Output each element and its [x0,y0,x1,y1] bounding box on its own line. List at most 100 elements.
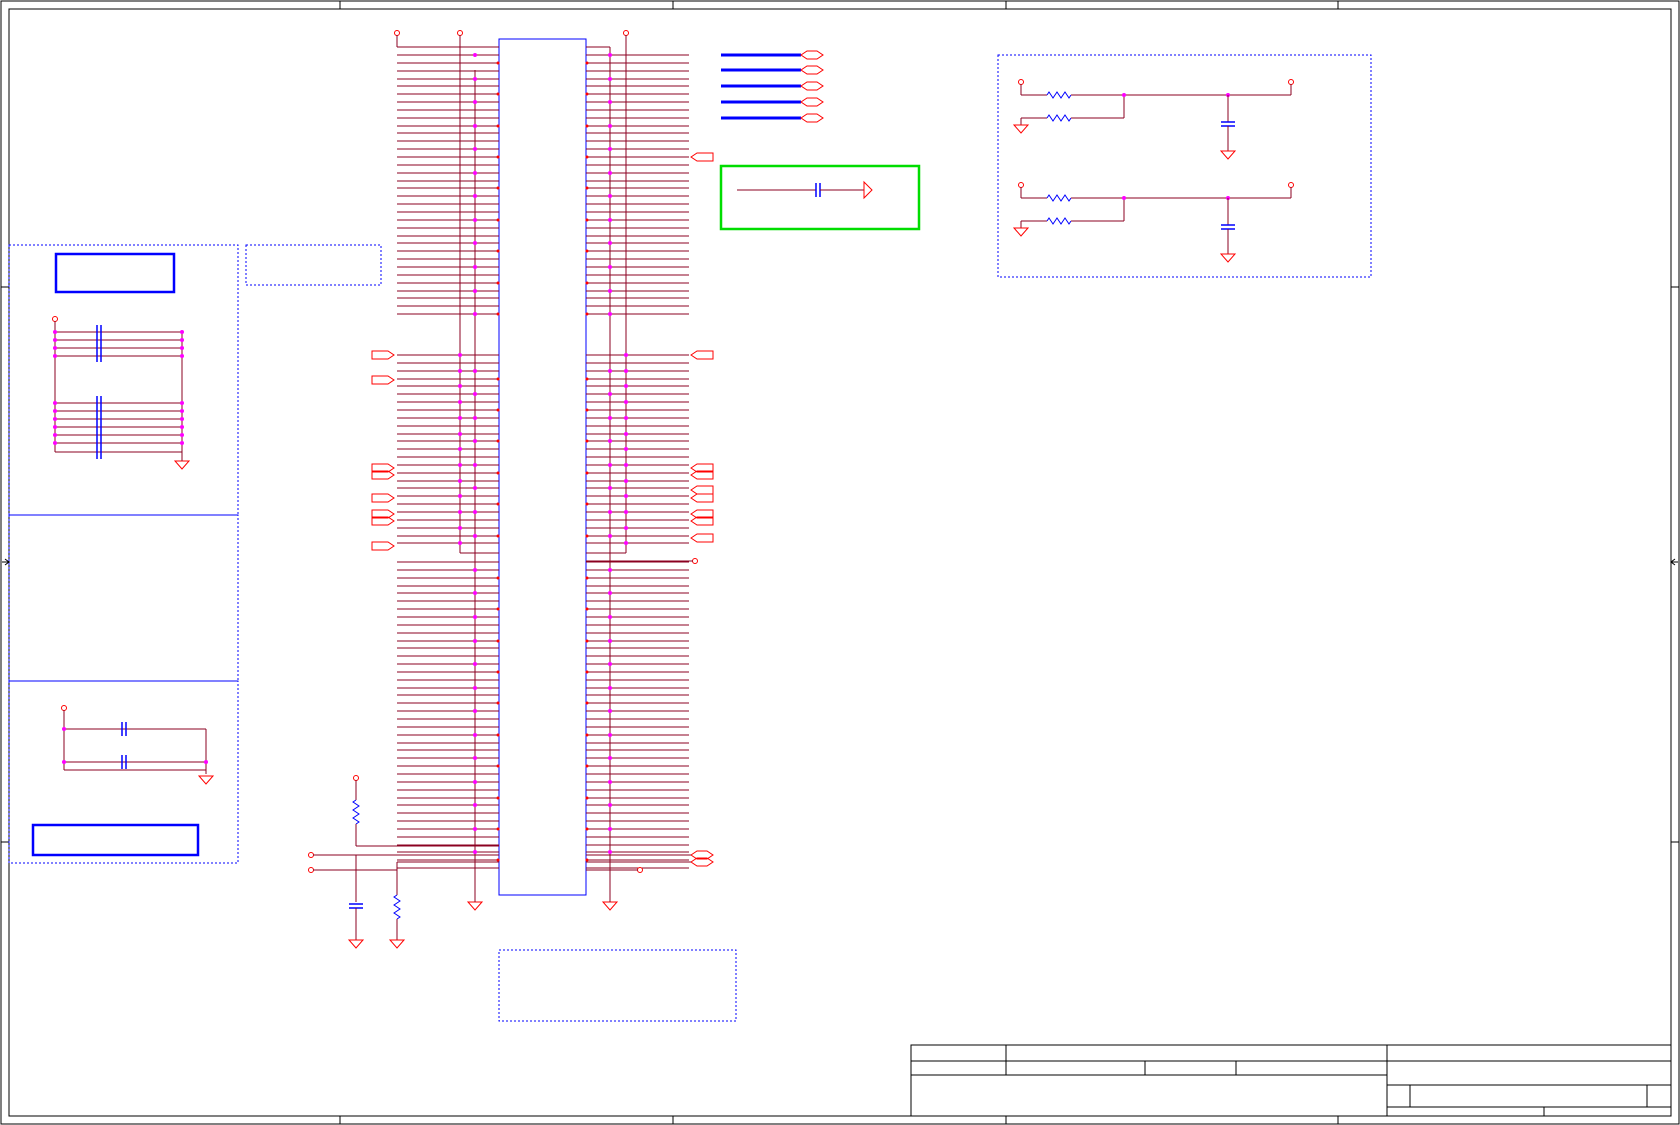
offpage-port-icon [690,350,714,360]
pin-dot [458,494,462,498]
pin-dot [624,526,628,530]
ac-coupling-cap-box [719,164,921,231]
pin-dot [585,796,589,800]
pin-dot [458,432,462,436]
pin-dot [53,417,57,421]
pin-dot [496,281,500,285]
pin-dot [608,100,612,104]
offpage-port-icon [690,485,714,495]
pin-dot [473,510,477,514]
pin-dot [608,369,612,373]
pin-dot [585,249,589,253]
panel-caps-b [8,680,239,864]
pin-dot [458,353,462,357]
pin-dot [585,471,589,475]
pin-dot [608,615,612,619]
pin-dot [53,409,57,413]
pin-dot [496,186,500,190]
label-box-bottom [31,823,200,857]
pin-dot [585,607,589,611]
pin-dot [585,92,589,96]
pin-dot [585,218,589,222]
pin-dot [496,124,500,128]
pin-dot [585,439,589,443]
power-pin-icon [61,705,67,711]
pin-dot [608,534,612,538]
pin-dot [458,510,462,514]
resistor-icon [393,894,401,920]
center-arrow-left-icon [2,558,10,566]
pin-dot [496,471,500,475]
pin-dot [180,409,184,413]
pin-dot [473,534,477,538]
pin-dot [496,439,500,443]
pin-dot [496,796,500,800]
pin-dot [624,510,628,514]
drawing-frame [0,0,1680,1125]
offpage-port-icon [371,493,395,503]
pin-dot [585,670,589,674]
pin-dot [473,147,477,151]
resistor-icon [352,799,360,825]
pin-dot [608,803,612,807]
pin-dot [473,124,477,128]
pin-dot [608,591,612,595]
pin-dot [624,479,628,483]
pin-dot [496,858,500,862]
pin-dot [608,709,612,713]
pin-dot [53,354,57,358]
power-pin-icon [1288,79,1294,85]
pin-dot [180,433,184,437]
pin-dot [608,756,612,760]
panel-empty [8,514,239,682]
pin-dot [473,77,477,81]
note-box-bottom [498,949,737,1022]
pin-dot [473,591,477,595]
resistor-icon [1046,114,1072,122]
pin-dot [53,330,57,334]
pin-dot [585,124,589,128]
pin-dot [608,510,612,514]
offpage-port-icon [690,533,714,543]
power-pin-icon [692,558,698,564]
pin-dot [496,701,500,705]
ground-icon [173,460,191,470]
pin-dot [585,764,589,768]
pin-dot [608,827,612,831]
offpage-port-icon [690,152,714,162]
pin-dot [458,479,462,483]
pin-dot [496,607,500,611]
pin-dot [473,312,477,316]
resistor-icon [1046,91,1072,99]
pin-dot [496,733,500,737]
pin-dot [585,534,589,538]
pin-dot [585,377,589,381]
pin-dot [62,760,66,764]
title-block-frame [910,1044,1672,1117]
pin-dot [585,186,589,190]
pin-dot [608,416,612,420]
pin-dot [496,155,500,159]
pin-dot [608,194,612,198]
pin-dot [585,701,589,705]
output-arrow-icon [863,180,873,200]
pin-dot [585,576,589,580]
pin-dot [473,265,477,269]
ground-icon [466,901,484,911]
power-pin-icon [637,867,643,873]
bidir-port-icon [800,97,824,107]
connector-body [498,38,587,896]
pin-dot [180,338,184,342]
pin-dot [180,417,184,421]
pin-dot [608,439,612,443]
pin-dot [496,502,500,506]
ground-icon [1012,124,1030,134]
pin-dot [608,662,612,666]
pin-dot [180,441,184,445]
pin-dot [608,392,612,396]
center-arrow-right-icon [1670,558,1678,566]
pin-dot [473,463,477,467]
pin-dot [608,147,612,151]
pin-dot [473,780,477,784]
pin-dot [496,576,500,580]
